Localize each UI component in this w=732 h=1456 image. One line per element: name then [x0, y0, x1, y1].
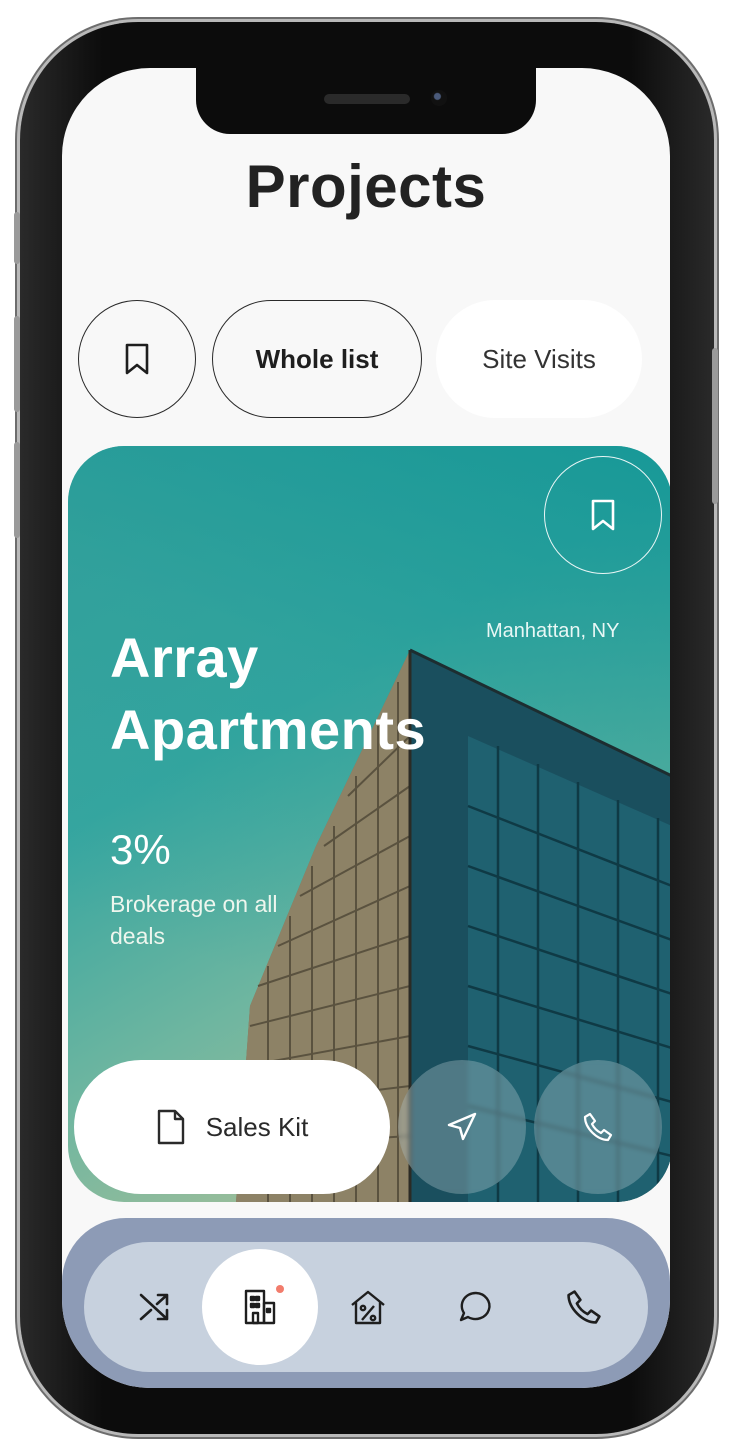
nav-calls[interactable] — [528, 1251, 640, 1363]
side-button-volume-down — [14, 442, 20, 538]
call-button[interactable] — [534, 1060, 662, 1194]
nav-messages[interactable] — [420, 1251, 532, 1363]
project-location: Manhattan, NY — [486, 620, 620, 642]
brokerage-text: Brokerage on all deals — [110, 891, 278, 949]
side-button-mute — [14, 212, 20, 264]
speaker — [324, 94, 410, 104]
navigation-arrow-icon — [446, 1111, 478, 1143]
shuffle-icon — [136, 1289, 172, 1325]
project-title: Array Apartments — [110, 622, 426, 766]
save-project-button[interactable] — [544, 456, 662, 574]
sales-kit-label: Sales Kit — [205, 1111, 309, 1142]
screen: Projects Whole list Site Visits Manhatta… — [62, 68, 670, 1388]
brokerage-value: 3% — [110, 826, 171, 873]
saved-filter-button[interactable] — [78, 300, 196, 418]
house-percent-icon — [348, 1287, 388, 1327]
bookmark-icon — [590, 499, 616, 531]
project-title-line-1: Array — [110, 626, 259, 689]
side-button-volume-up — [14, 316, 20, 412]
sales-kit-button[interactable]: Sales Kit — [74, 1060, 390, 1194]
whole-list-tab[interactable]: Whole list — [212, 300, 422, 418]
file-icon — [156, 1109, 186, 1145]
page-title: Projects — [245, 153, 487, 220]
chat-icon — [458, 1289, 494, 1325]
side-button-power — [712, 348, 718, 504]
directions-button[interactable] — [398, 1060, 526, 1194]
building-icon — [242, 1287, 278, 1327]
nav-offers[interactable] — [312, 1251, 424, 1363]
phone-icon — [582, 1111, 614, 1143]
nav-projects[interactable] — [202, 1249, 318, 1365]
notification-dot — [276, 1285, 284, 1293]
notch — [196, 68, 536, 134]
nav-shuffle[interactable] — [98, 1251, 210, 1363]
site-visits-tab[interactable]: Site Visits — [436, 300, 642, 418]
project-card[interactable]: Manhattan, NY Array Apartments 3% Broker… — [68, 446, 670, 1202]
bookmark-icon — [124, 343, 150, 375]
phone-icon — [565, 1288, 603, 1326]
project-title-line-2: Apartments — [110, 698, 427, 761]
camera — [431, 90, 447, 106]
